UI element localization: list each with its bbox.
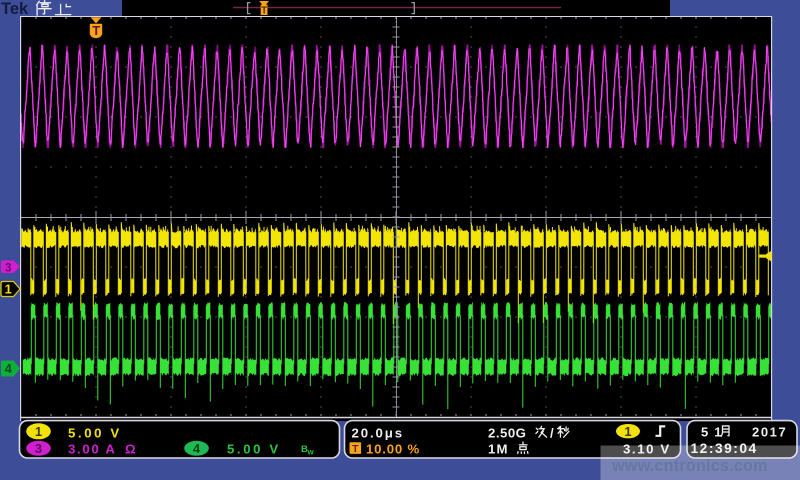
svg-text:/: / [550, 425, 554, 440]
svg-text:3.00 A: 3.00 A [68, 441, 117, 456]
svg-text:20.0μs: 20.0μs [352, 425, 404, 440]
svg-text:Ω: Ω [125, 441, 136, 456]
svg-text:2017: 2017 [752, 424, 787, 439]
svg-text:T: T [352, 443, 359, 455]
svg-text:5 1: 5 1 [701, 424, 723, 439]
svg-text:T: T [92, 23, 100, 38]
svg-text:3: 3 [35, 441, 42, 456]
svg-text:4: 4 [5, 361, 13, 376]
svg-text:4: 4 [193, 441, 201, 456]
svg-text:3: 3 [5, 262, 11, 274]
svg-text:10.00 %: 10.00 % [366, 441, 420, 456]
svg-text:W: W [308, 450, 315, 457]
svg-text:T: T [261, 5, 267, 16]
svg-text:1: 1 [35, 424, 42, 439]
svg-text:www.cntronics.com: www.cntronics.com [611, 457, 768, 475]
svg-text:2.50G: 2.50G [488, 425, 526, 440]
svg-text:5.00 V: 5.00 V [68, 425, 122, 440]
svg-text:1M: 1M [488, 441, 509, 456]
svg-text:5.00 V: 5.00 V [227, 441, 281, 456]
svg-text:Tek: Tek [1, 0, 29, 18]
svg-text:1: 1 [5, 282, 12, 297]
svg-text:1: 1 [624, 424, 631, 439]
